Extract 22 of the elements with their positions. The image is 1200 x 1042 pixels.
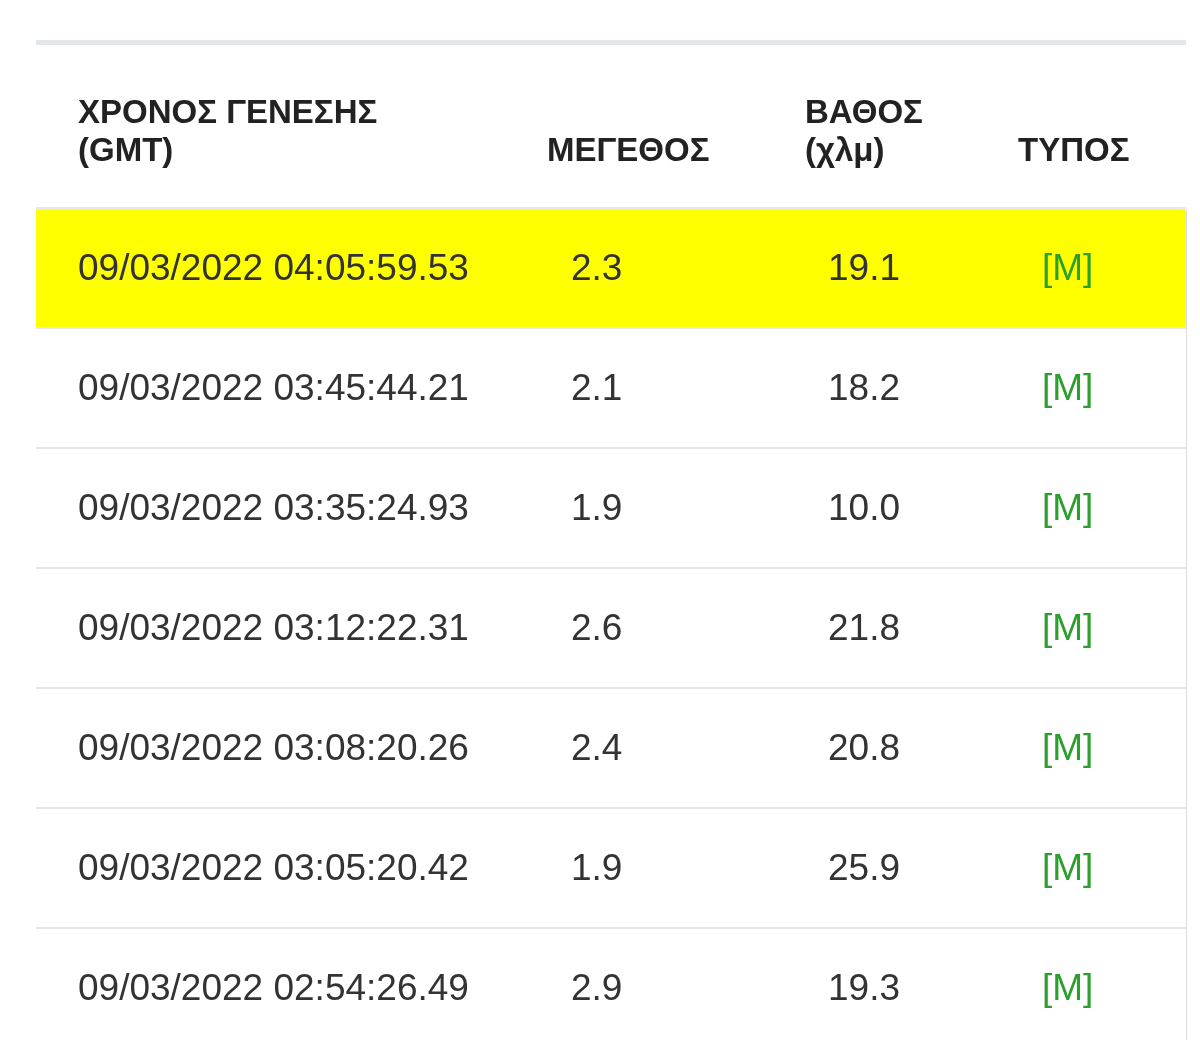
time-cell: 09/03/2022 02:54:26.49 xyxy=(36,928,530,1042)
time-cell: 09/03/2022 03:45:44.21 xyxy=(36,328,530,449)
magnitude-cell: 2.4 xyxy=(530,688,770,809)
magnitude-cell: 2.3 xyxy=(530,208,770,329)
magnitude-cell: 1.9 xyxy=(530,448,770,569)
depth-cell: 21.8 xyxy=(770,568,985,689)
magnitude-cell: 2.1 xyxy=(530,328,770,449)
depth-cell: 19.1 xyxy=(770,208,985,329)
type-cell: [M] xyxy=(985,208,1186,329)
time-cell: 09/03/2022 03:08:20.26 xyxy=(36,688,530,809)
depth-cell: 19.3 xyxy=(770,928,985,1042)
magnitude-cell: 2.9 xyxy=(530,928,770,1042)
magnitude-cell: 2.6 xyxy=(530,568,770,689)
time-cell: 09/03/2022 04:05:59.53 xyxy=(36,208,530,329)
depth-cell: 10.0 xyxy=(770,448,985,569)
time-cell: 09/03/2022 03:05:20.42 xyxy=(36,808,530,929)
depth-cell: 25.9 xyxy=(770,808,985,929)
magnitude-cell: 1.9 xyxy=(530,808,770,929)
time-cell: 09/03/2022 03:35:24.93 xyxy=(36,448,530,569)
time-cell: 09/03/2022 03:12:22.31 xyxy=(36,568,530,689)
depth-cell: 20.8 xyxy=(770,688,985,809)
depth-cell: 18.2 xyxy=(770,328,985,449)
